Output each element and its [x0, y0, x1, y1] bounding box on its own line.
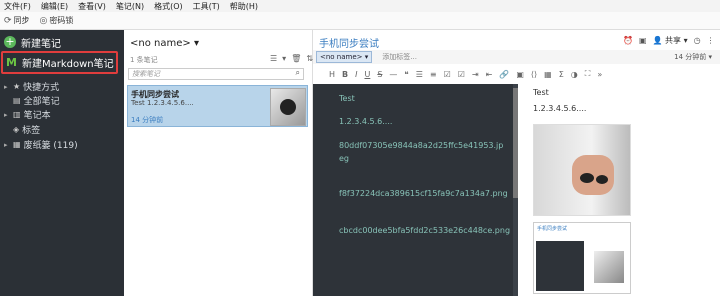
sidebar-item-tags[interactable]: ◈ 标签 — [4, 123, 40, 136]
markdown-source-pane[interactable]: Test 1.2.3.4.5.6.... 80ddf07305e9844a8a2… — [313, 84, 518, 296]
sidebar-item-all-notes[interactable]: ▤ 全部笔记 — [4, 94, 60, 107]
add-tag-input[interactable]: 添加标签... — [382, 52, 417, 62]
menu-view[interactable]: 查看(V) — [78, 1, 106, 12]
menu-format[interactable]: 格式(O) — [154, 1, 183, 12]
person-icon: 👤 — [652, 36, 663, 45]
md-line: cbcdc00dee5bfa5fdd2c533e26c448ce.png — [339, 226, 511, 235]
editor-panel: 手机同步尝试 ⏰ ▣ 👤 共享 ▾ ◷ ⋮ <no name> ▾ 添加标签..… — [313, 30, 720, 296]
quote-icon[interactable]: ❝ — [404, 70, 408, 79]
chevron-right-icon: ▸ — [4, 110, 8, 119]
sync-icon: ⟳ — [4, 15, 12, 26]
outdent-icon[interactable]: ⇤ — [486, 70, 493, 79]
star-icon: ★ — [13, 82, 21, 91]
lock-icon: ◎ — [39, 15, 48, 26]
preview-line: Test — [533, 88, 549, 97]
bold-icon[interactable]: B — [342, 70, 348, 79]
md-line: 80ddf07305e9844a8a2d25ffc5e41953.jp — [339, 141, 504, 150]
notebook-selector[interactable]: <no name> ▾ — [130, 38, 199, 49]
chevron-right-icon: ▸ — [4, 82, 8, 91]
password-lock-button[interactable]: ◎ 密码锁 — [40, 15, 74, 26]
menu-tools[interactable]: 工具(T) — [193, 1, 220, 12]
list-tools: ☰ ▾ 🗑 ⇅ — [270, 54, 313, 63]
notebook-select[interactable]: <no name> ▾ — [316, 51, 373, 63]
menu-help[interactable]: 帮助(H) — [230, 1, 258, 12]
note-title[interactable]: 手机同步尝试 — [319, 35, 379, 50]
indent-icon[interactable]: ⇥ — [472, 70, 479, 79]
search-input[interactable]: 搜索笔记 ⌕ — [128, 68, 304, 80]
link-icon[interactable]: 🔗 — [499, 70, 509, 79]
editor-actions: ⏰ ▣ 👤 共享 ▾ ◷ ⋮ — [623, 35, 715, 46]
md-line: f8f37224dca389615cf15fa9c7a134a7.png — [339, 189, 508, 198]
menu-note[interactable]: 笔记(N) — [116, 1, 144, 12]
toolbar: ⟳ 同步 ◎ 密码锁 — [0, 12, 720, 30]
preview-image-earbuds — [533, 124, 631, 216]
sidebar: + 新建笔记 M 新建Markdown笔记 ▸ ★ 快捷方式 ▤ 全部笔记 ▸ ▥ 笔记本… — [0, 30, 124, 296]
list-view-icon[interactable]: ☰ — [270, 54, 277, 63]
md-line: 1.2.3.4.5.6.... — [339, 117, 393, 126]
heading-icon[interactable]: H — [329, 70, 335, 79]
md-line: eg — [339, 154, 349, 163]
strikethrough-icon[interactable]: S — [377, 70, 382, 79]
source-scrollbar[interactable] — [513, 84, 518, 296]
preview-icon[interactable]: ◑ — [571, 70, 578, 79]
fullscreen-icon[interactable]: ⛶ — [585, 69, 591, 79]
trash-icon: ▦ — [13, 140, 21, 149]
caret-down-icon: ▾ — [193, 38, 199, 49]
share-button[interactable]: 👤 共享 ▾ — [653, 35, 688, 46]
scrollbar-thumb[interactable] — [513, 88, 518, 198]
notes-icon: ▤ — [13, 96, 21, 105]
reminder-icon[interactable]: ⏰ — [623, 36, 633, 45]
menu-edit[interactable]: 编辑(E) — [41, 1, 68, 12]
note-item-snippet: Test 1.2.3.4.5.6.... — [131, 99, 194, 107]
underline-icon[interactable]: U — [364, 70, 370, 79]
image-icon[interactable]: ▣ — [516, 70, 524, 79]
note-item-date: 14 分钟前 — [131, 116, 164, 124]
clock-icon[interactable]: ◷ — [694, 36, 701, 45]
menu-file[interactable]: 文件(F) — [4, 1, 31, 12]
markdown-toolbar: H B I U S — ❝ ☰ ≡ ☑ ☑ ⇥ ⇤ 🔗 ▣ ⟨⟩ ▦ Σ ◑ ⛶… — [313, 67, 720, 81]
plus-icon: + — [4, 35, 16, 48]
new-note-button[interactable]: + 新建笔记 — [4, 35, 61, 50]
search-icon[interactable]: ⌕ — [296, 68, 300, 78]
chevron-right-icon: ▸ — [4, 140, 8, 149]
italic-icon[interactable]: I — [355, 70, 357, 79]
more-tools-icon[interactable]: » — [597, 70, 602, 79]
sidebar-item-shortcuts[interactable]: ▸ ★ 快捷方式 — [4, 80, 59, 93]
checklist-icon[interactable]: ☑ — [458, 70, 465, 79]
sidebar-item-trash[interactable]: ▸ ▦ 废纸篓 (119) — [4, 138, 78, 151]
more-icon[interactable]: ⋮ — [707, 36, 715, 45]
tag-icon: ◈ — [13, 125, 20, 134]
markdown-icon: M — [6, 56, 17, 69]
preview-line: 1.2.3.4.5.6.... — [533, 104, 587, 113]
note-list-panel: <no name> ▾ 1 条笔记 ☰ ▾ 🗑 ⇅ 搜索笔记 ⌕ 手机同步尝试 Tes… — [124, 30, 313, 296]
note-list-item[interactable]: 手机同步尝试 Test 1.2.3.4.5.6.... 14 分钟前 — [127, 85, 308, 127]
sync-button[interactable]: ⟳ 同步 — [4, 15, 30, 26]
info-icon[interactable]: ▣ — [639, 36, 647, 45]
note-thumbnail — [270, 88, 306, 126]
note-count: 1 条笔记 — [130, 56, 158, 64]
math-icon[interactable]: Σ — [559, 70, 564, 79]
menu-bar: 文件(F) 编辑(E) 查看(V) 笔记(N) 格式(O) 工具(T) 帮助(H… — [0, 0, 720, 12]
note-meta-bar: <no name> ▾ 添加标签... 14 分钟前 ▾ — [313, 50, 720, 64]
table-icon[interactable]: ▦ — [544, 70, 552, 79]
notebook-icon: ▥ — [13, 110, 21, 119]
task-icon[interactable]: ☑ — [444, 70, 451, 79]
ol-icon[interactable]: ≡ — [430, 70, 437, 79]
ul-icon[interactable]: ☰ — [416, 70, 423, 79]
markdown-preview-pane: Test 1.2.3.4.5.6.... 手机同步尝试 — [519, 84, 714, 296]
filter-icon[interactable]: ▾ — [282, 54, 286, 63]
sidebar-item-notebooks[interactable]: ▸ ▥ 笔记本 — [4, 108, 51, 121]
code-icon[interactable]: ⟨⟩ — [531, 70, 537, 79]
delete-icon[interactable]: 🗑 — [291, 54, 301, 63]
new-markdown-note-button[interactable]: M 新建Markdown笔记 — [1, 51, 118, 74]
note-date: 14 分钟前 ▾ — [674, 53, 712, 61]
hr-icon[interactable]: — — [389, 70, 397, 79]
md-line: Test — [339, 94, 355, 103]
preview-image-screenshot: 手机同步尝试 — [533, 222, 631, 294]
